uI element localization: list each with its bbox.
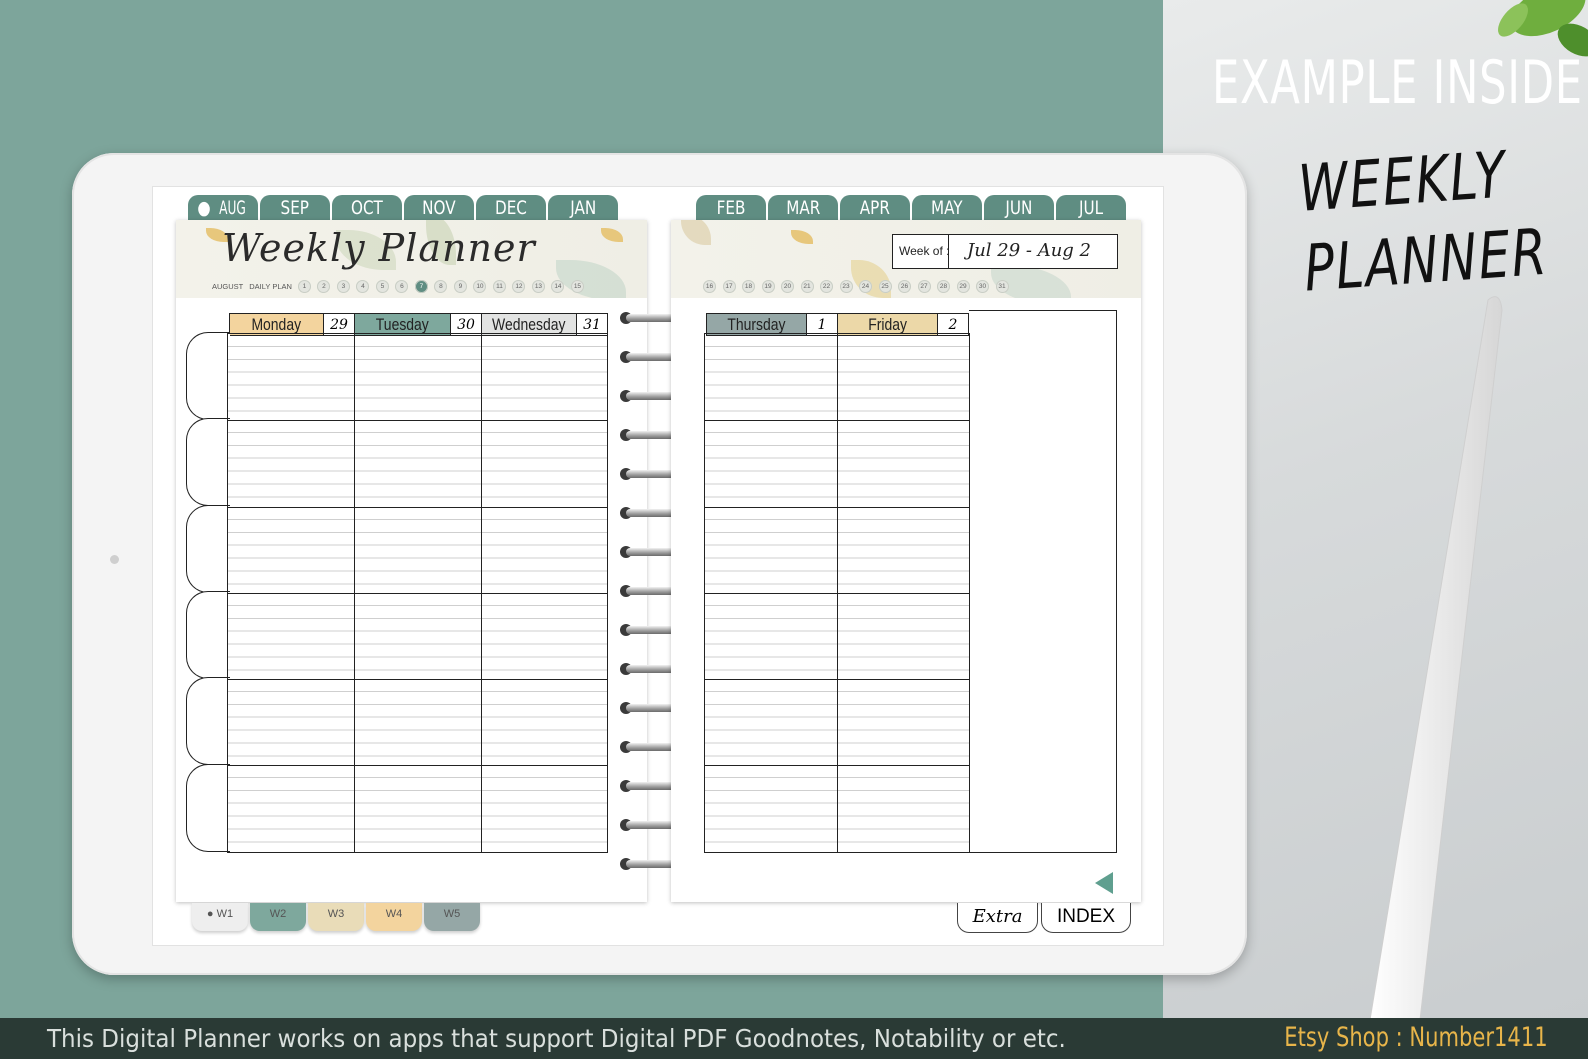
- grid-column-thursday: [705, 334, 838, 852]
- time-block-tab[interactable]: [186, 505, 230, 593]
- tab-nov[interactable]: NOV: [404, 195, 474, 221]
- time-block-tab[interactable]: [186, 418, 230, 506]
- day-number: 1: [806, 314, 837, 335]
- day-name: Thursday: [707, 314, 806, 335]
- date-dot[interactable]: 1: [297, 280, 311, 293]
- month-tabs-right: FEB MAR APR MAY JUN JUL: [696, 195, 1128, 221]
- date-dot[interactable]: 15: [570, 280, 584, 293]
- week-of-label: Week of :: [899, 244, 950, 258]
- month-label: AUGUST: [212, 282, 244, 291]
- day-name: Friday: [838, 314, 937, 335]
- tab-mar[interactable]: MAR: [768, 195, 838, 221]
- tab-week-4[interactable]: W4: [366, 903, 422, 931]
- daily-plan-row-right: 16 17 18 19 20 21 22 23 24 25 26 27 28 2…: [703, 280, 1015, 293]
- promo-handwritten-title: WEEKLY PLANNER: [1296, 133, 1550, 310]
- date-dot[interactable]: 28: [937, 280, 950, 293]
- date-dot[interactable]: 14: [551, 280, 565, 293]
- tab-aug[interactable]: ● AUG: [188, 195, 258, 221]
- date-dot[interactable]: 26: [898, 280, 911, 293]
- date-dot[interactable]: 30: [976, 280, 989, 293]
- date-dot[interactable]: 17: [722, 280, 736, 293]
- grid-column-tuesday: [354, 334, 482, 852]
- day-name: Monday: [230, 314, 323, 335]
- date-dot[interactable]: 27: [917, 280, 931, 293]
- tab-jun[interactable]: JUN: [984, 195, 1054, 221]
- tab-apr[interactable]: APR: [840, 195, 910, 221]
- right-page: Week of : Jul 29 - Aug 2 16 17 18 19 20 …: [671, 220, 1141, 902]
- tab-week-3[interactable]: W3: [308, 903, 364, 931]
- date-dot[interactable]: 7: [414, 280, 428, 293]
- day-number: 31: [576, 314, 607, 335]
- date-dot[interactable]: 31: [995, 280, 1009, 293]
- date-dot[interactable]: 13: [531, 280, 545, 293]
- date-dot[interactable]: 18: [742, 280, 755, 293]
- time-block-tab[interactable]: [186, 764, 230, 852]
- date-dot[interactable]: 11: [492, 280, 506, 293]
- promo-title: EXAMPLE INSIDE :: [1212, 48, 1588, 118]
- week-of-value: Jul 29 - Aug 2: [967, 240, 1092, 261]
- grid-column-monday: [228, 334, 355, 852]
- day-number: 29: [323, 314, 354, 335]
- date-dot[interactable]: 4: [356, 280, 370, 293]
- date-dot[interactable]: 20: [781, 280, 794, 293]
- tab-jan[interactable]: JAN: [548, 195, 618, 221]
- footer-text: This Digital Planner works on apps that …: [47, 1024, 1066, 1053]
- stylus-pencil-image: [1369, 296, 1503, 1020]
- date-dot[interactable]: 21: [800, 280, 814, 293]
- grid-column-friday: [837, 334, 970, 852]
- tab-jul[interactable]: JUL: [1056, 195, 1126, 221]
- home-button[interactable]: [110, 555, 119, 564]
- tab-week-1[interactable]: ● W1: [192, 903, 248, 931]
- date-dot[interactable]: 8: [434, 280, 448, 293]
- extra-tab[interactable]: Extra: [957, 903, 1038, 933]
- date-dot[interactable]: 9: [453, 280, 467, 293]
- left-week-grid[interactable]: [227, 333, 608, 853]
- date-dot[interactable]: 24: [859, 280, 872, 293]
- shop-name: Etsy Shop : Number1411: [1284, 1022, 1548, 1053]
- date-dot[interactable]: 10: [473, 280, 487, 293]
- tab-oct[interactable]: OCT: [332, 195, 402, 221]
- time-block-tab[interactable]: [186, 332, 230, 420]
- left-page: Weekly Planner AUGUST DAILY PLAN 1 2 3 4…: [176, 220, 647, 902]
- time-block-tab[interactable]: [186, 591, 230, 679]
- leaf-decoration: [681, 220, 711, 245]
- left-page-header: Weekly Planner AUGUST DAILY PLAN 1 2 3 4…: [176, 220, 647, 298]
- date-dot[interactable]: 6: [395, 280, 409, 293]
- planner-title: Weekly Planner: [222, 226, 536, 270]
- date-dot[interactable]: 22: [820, 280, 833, 293]
- week-tabs: ● W1 W2 W3 W4 W5: [192, 903, 482, 931]
- leaf-decoration: [791, 230, 813, 244]
- date-dot[interactable]: 29: [956, 280, 970, 293]
- tab-week-5[interactable]: W5: [424, 903, 480, 931]
- daily-plan-label: DAILY PLAN: [249, 282, 292, 291]
- date-dot[interactable]: 23: [839, 280, 853, 293]
- date-dot[interactable]: 5: [375, 280, 389, 293]
- date-dot[interactable]: 16: [703, 280, 716, 293]
- tab-sep[interactable]: SEP: [260, 195, 330, 221]
- leaf-decoration: [601, 228, 623, 242]
- time-block-tab[interactable]: [186, 677, 230, 765]
- tab-dec[interactable]: DEC: [476, 195, 546, 221]
- tab-may[interactable]: MAY: [912, 195, 982, 221]
- daily-plan-row-left: AUGUST DAILY PLAN 1 2 3 4 5 6 7 8 9 10 1…: [212, 280, 590, 293]
- tab-week-2[interactable]: W2: [250, 903, 306, 931]
- day-name: Wednesday: [482, 314, 576, 335]
- date-dot[interactable]: 2: [317, 280, 331, 293]
- tab-feb[interactable]: FEB: [696, 195, 766, 221]
- footer-bar: This Digital Planner works on apps that …: [0, 1018, 1588, 1059]
- back-arrow-icon[interactable]: [1095, 872, 1113, 894]
- date-dot[interactable]: 19: [761, 280, 775, 293]
- day-name: Tuesday: [355, 314, 450, 335]
- day-number: 2: [937, 314, 968, 335]
- index-tab[interactable]: INDEX: [1041, 903, 1131, 933]
- right-week-grid[interactable]: [704, 333, 970, 853]
- right-page-header: Week of : Jul 29 - Aug 2 16 17 18 19 20 …: [671, 220, 1141, 298]
- day-number: 30: [450, 314, 481, 335]
- date-dot[interactable]: 25: [878, 280, 892, 293]
- month-tabs-left: ● AUG SEP OCT NOV DEC JAN: [188, 195, 620, 221]
- notes-box[interactable]: [969, 310, 1117, 853]
- date-dot[interactable]: 3: [336, 280, 350, 293]
- week-of-field[interactable]: Week of : Jul 29 - Aug 2: [892, 234, 1118, 269]
- date-dot[interactable]: 12: [512, 280, 526, 293]
